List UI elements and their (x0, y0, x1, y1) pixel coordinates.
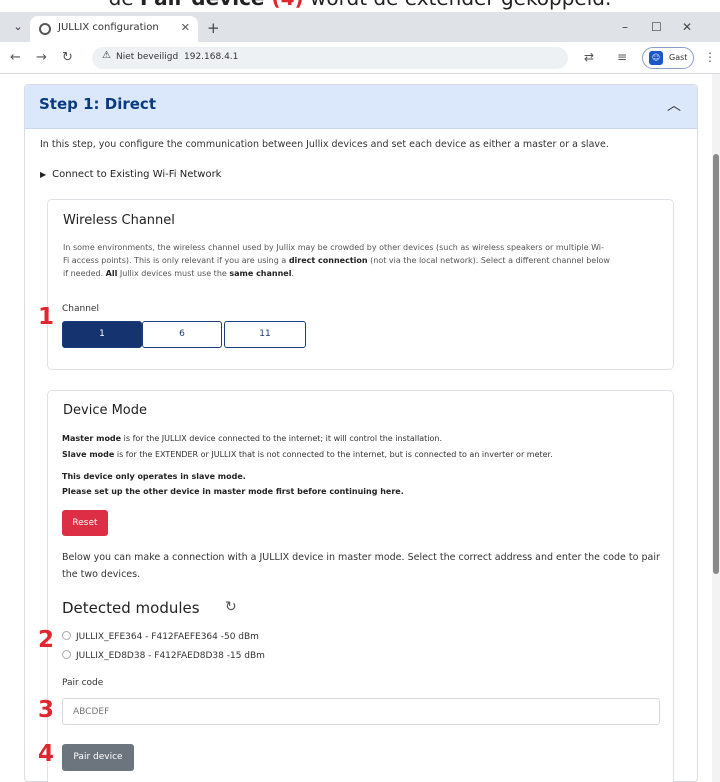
minimize-icon[interactable]: – (622, 20, 628, 34)
channel-6-button[interactable]: 6 (142, 321, 222, 348)
annotation-marker-4: 4 (38, 741, 55, 767)
security-label[interactable]: Niet beveiligd (116, 52, 178, 62)
wifi-network-toggle[interactable]: ▶ Connect to Existing Wi-Fi Network (40, 169, 221, 180)
reload-icon[interactable]: ↻ (62, 50, 73, 65)
connection-instructions: Below you can make a connection with a J… (62, 552, 660, 580)
translate-icon[interactable]: ⇄ (584, 50, 594, 64)
channel-11-button[interactable]: 11 (224, 321, 306, 348)
refresh-icon[interactable]: ↻ (225, 599, 237, 615)
reset-button[interactable]: Reset (62, 510, 108, 536)
radio-icon[interactable] (62, 650, 71, 659)
scrollbar-thumb[interactable] (713, 154, 719, 574)
detected-modules-title: Detected modules (62, 599, 200, 617)
accordion-title: Step 1: Direct (39, 95, 156, 113)
profile-label: Gast (669, 53, 688, 62)
browser-toolbar: ← → ↻ ⚠ Niet beveiligd 192.168.4.1 ⇄ ≡ ☺… (0, 42, 720, 74)
address-bar[interactable]: ⚠ Niet beveiligd 192.168.4.1 (92, 47, 568, 69)
profile-avatar-icon: ☺ (649, 51, 663, 65)
master-mode-text: Master mode is for the JULLIX device con… (62, 434, 442, 443)
profile-button[interactable]: ☺ Gast (642, 47, 694, 69)
slave-mode-text: Slave mode is for the EXTENDER or JULLIX… (62, 450, 553, 459)
tab-title: JULLIX configuration (58, 22, 159, 33)
new-tab-icon[interactable]: + (207, 19, 220, 37)
channel-label: Channel (62, 304, 99, 314)
maximize-icon[interactable]: ☐ (651, 20, 662, 34)
page-scrollbar[interactable] (712, 74, 720, 782)
pair-code-label: Pair code (62, 678, 104, 688)
menu-icon[interactable]: ⋮ (704, 50, 716, 64)
wireless-description: In some environments, the wireless chann… (63, 243, 610, 278)
module-radio-efe364[interactable]: JULLIX_EFE364 - F412FAEFE364 -50 dBm (62, 631, 259, 642)
device-mode-title: Device Mode (63, 403, 148, 418)
disclosure-triangle-icon: ▶ (40, 170, 47, 179)
reading-list-icon[interactable]: ≡ (617, 50, 627, 64)
master-first-note: Please set up the other device in master… (62, 487, 404, 496)
chevron-up-icon[interactable]: ︿ (667, 95, 681, 115)
pair-code-input[interactable] (62, 698, 660, 725)
slave-only-note: This device only operates in slave mode. (62, 472, 246, 481)
channel-1-button[interactable]: 1 (62, 321, 142, 348)
module-radio-ed8d38[interactable]: JULLIX_ED8D38 - F412FAED8D38 -15 dBm (62, 650, 265, 661)
close-tab-icon[interactable]: ✕ (181, 21, 190, 34)
wireless-channel-title: Wireless Channel (63, 213, 175, 228)
url-text[interactable]: 192.168.4.1 (184, 52, 238, 62)
back-icon[interactable]: ← (10, 50, 21, 65)
tab-search-icon[interactable]: ⌄ (10, 19, 26, 35)
annotation-marker-2: 2 (38, 627, 55, 653)
browser-tab[interactable]: JULLIX configuration ✕ (30, 16, 198, 42)
warning-icon[interactable]: ⚠ (102, 50, 111, 61)
intro-text: In this step, you configure the communic… (40, 139, 609, 150)
close-window-icon[interactable]: ✕ (682, 20, 692, 34)
pair-device-button[interactable]: Pair device (62, 744, 134, 771)
accordion-header[interactable]: Step 1: Direct ︿ (25, 85, 697, 129)
annotation-marker-1: 1 (38, 304, 55, 330)
favicon-icon (39, 23, 51, 35)
radio-icon[interactable] (62, 631, 71, 640)
browser-tab-bar: ⌄ JULLIX configuration ✕ + – ☐ ✕ (0, 12, 720, 42)
annotation-marker-3: 3 (38, 697, 55, 723)
forward-icon[interactable]: → (36, 50, 47, 65)
